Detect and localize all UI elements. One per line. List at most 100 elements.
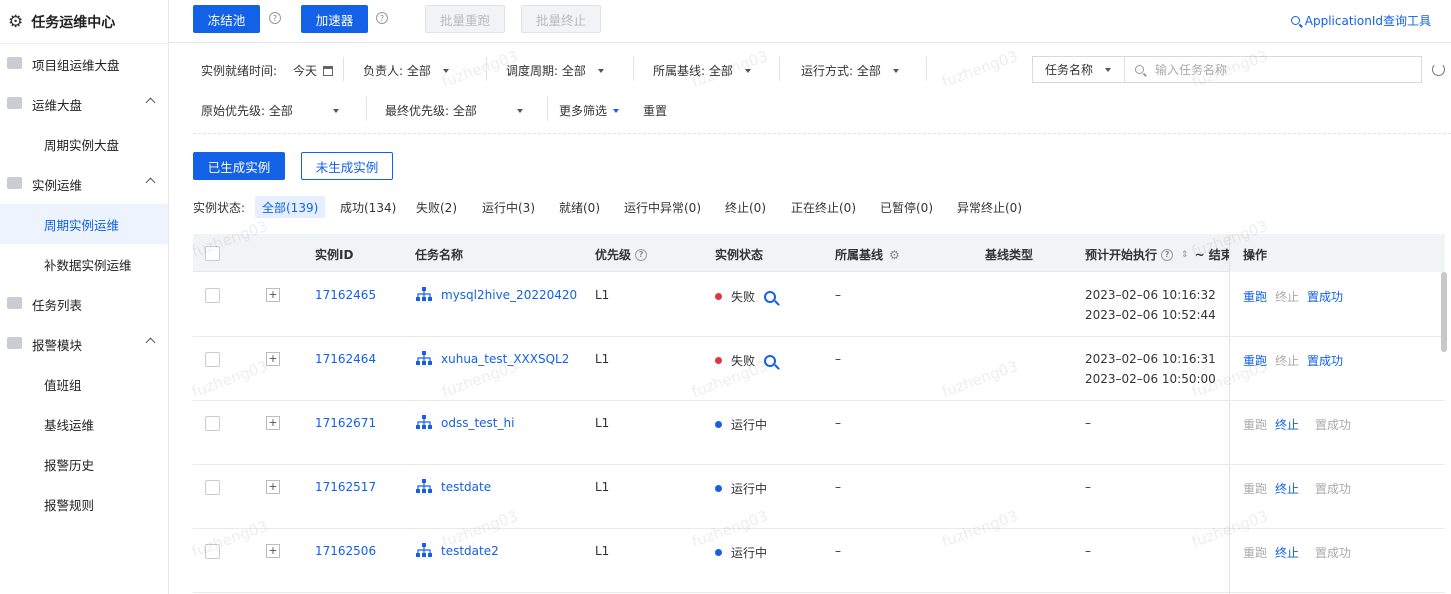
run-mode-filter[interactable]: 运行方式: 全部 bbox=[801, 62, 899, 79]
status-tab-abnormal-stop[interactable]: 异常终止(0) bbox=[950, 196, 1029, 218]
zoom-in-icon[interactable] bbox=[764, 354, 777, 367]
task-name-link[interactable]: mysql2hive_20220420 bbox=[441, 288, 577, 302]
more-filters-toggle[interactable]: 更多筛选 bbox=[559, 102, 620, 119]
sidebar-item-periodic-dashboard[interactable]: 周期实例大盘 bbox=[0, 124, 168, 164]
tab-not-generated-instances[interactable]: 未生成实例 bbox=[301, 152, 393, 180]
status-tab-stopped[interactable]: 终止(0) bbox=[718, 196, 773, 218]
sidebar-item-ops-dashboard[interactable]: 运维大盘 bbox=[0, 84, 168, 124]
ready-time-filter[interactable]: 实例就绪时间: 今天 bbox=[201, 62, 334, 79]
select-all-checkbox[interactable] bbox=[205, 246, 220, 261]
stop-button[interactable]: 终止 bbox=[1275, 416, 1299, 433]
set-success-button[interactable]: 置成功 bbox=[1315, 544, 1351, 561]
status-tab-stopping[interactable]: 正在终止(0) bbox=[784, 196, 863, 218]
sidebar-item-backfill-ops[interactable]: 补数据实例运维 bbox=[0, 244, 168, 284]
sidebar-item-project-dashboard[interactable]: 项目组运维大盘 bbox=[0, 44, 168, 84]
rerun-button[interactable]: 重跑 bbox=[1243, 544, 1267, 561]
instance-id-link[interactable]: 17162671 bbox=[315, 416, 376, 430]
start-time: – bbox=[1085, 416, 1091, 430]
sidebar-item-on-duty[interactable]: 值班组 bbox=[0, 364, 168, 404]
status-tab-success[interactable]: 成功(134) bbox=[333, 196, 403, 218]
status-text: 运行中 bbox=[731, 482, 768, 496]
row-checkbox[interactable] bbox=[205, 416, 220, 431]
help-icon[interactable]: ? bbox=[376, 12, 388, 24]
sidebar-item-label: 补数据实例运维 bbox=[44, 257, 132, 273]
period-filter[interactable]: 调度周期: 全部 bbox=[506, 62, 604, 79]
row-checkbox[interactable] bbox=[205, 480, 220, 495]
task-name-link[interactable]: odss_test_hi bbox=[441, 416, 514, 430]
status-tab-running-abnormal[interactable]: 运行中异常(0) bbox=[617, 196, 708, 218]
expand-icon[interactable]: + bbox=[266, 352, 280, 366]
sidebar-item-alert-rules[interactable]: 报警规则 bbox=[0, 484, 168, 524]
instance-id-link[interactable]: 17162464 bbox=[315, 352, 376, 366]
sidebar-item-instance-ops[interactable]: 实例运维 bbox=[0, 164, 168, 204]
sidebar-item-label: 报警规则 bbox=[44, 497, 95, 513]
tab-generated-instances[interactable]: 已生成实例 bbox=[193, 152, 285, 180]
sidebar-item-task-list[interactable]: 任务列表 bbox=[0, 284, 168, 324]
expand-icon[interactable]: + bbox=[266, 416, 280, 430]
status-tab-paused[interactable]: 已暂停(0) bbox=[873, 196, 940, 218]
table-row: + 17162671 odss_test_hi L1 运行中 – – 重跑 终止… bbox=[193, 401, 1445, 465]
status-tab-all[interactable]: 全部(139) bbox=[255, 196, 326, 218]
orig-priority-filter[interactable]: 原始优先级: 全部 bbox=[201, 102, 339, 119]
batch-stop-button[interactable]: 批量终止 bbox=[521, 5, 601, 33]
status-tab-ready[interactable]: 就绪(0) bbox=[552, 196, 607, 218]
status-cell: 失败 bbox=[715, 288, 777, 305]
status-tab-failed[interactable]: 失败(2) bbox=[409, 196, 464, 218]
search-input[interactable] bbox=[1155, 62, 1415, 77]
stop-button[interactable]: 终止 bbox=[1275, 288, 1299, 305]
status-dot bbox=[715, 293, 722, 300]
row-checkbox[interactable] bbox=[205, 288, 220, 303]
final-priority-filter[interactable]: 最终优先级: 全部 bbox=[385, 102, 523, 119]
column-header-time[interactable]: 预计开始执行? ⇕ ~ 结束 bbox=[1085, 246, 1233, 263]
accelerator-button[interactable]: 加速器 bbox=[301, 5, 368, 33]
sidebar-item-periodic-instance-ops[interactable]: 周期实例运维 bbox=[0, 204, 168, 244]
rerun-button[interactable]: 重跑 bbox=[1243, 480, 1267, 497]
settings-icon[interactable]: ⚙ bbox=[889, 248, 900, 262]
task-name-link[interactable]: xuhua_test_XXXSQL2 bbox=[441, 352, 569, 366]
row-checkbox[interactable] bbox=[205, 544, 220, 559]
set-success-button[interactable]: 置成功 bbox=[1307, 352, 1343, 369]
vertical-scrollbar[interactable] bbox=[1441, 272, 1447, 352]
status-dot bbox=[715, 421, 722, 428]
help-icon[interactable]: ? bbox=[635, 248, 648, 261]
instance-id-link[interactable]: 17162506 bbox=[315, 544, 376, 558]
sidebar-item-alert-history[interactable]: 报警历史 bbox=[0, 444, 168, 484]
sidebar-item-alert-module[interactable]: 报警模块 bbox=[0, 324, 168, 364]
status-text: 运行中 bbox=[731, 546, 768, 560]
reset-button[interactable]: 重置 bbox=[643, 102, 667, 119]
set-success-button[interactable]: 置成功 bbox=[1315, 416, 1351, 433]
instance-id-link[interactable]: 17162465 bbox=[315, 288, 376, 302]
row-checkbox[interactable] bbox=[205, 352, 220, 367]
help-icon[interactable]: ? bbox=[269, 12, 281, 24]
rerun-button[interactable]: 重跑 bbox=[1243, 416, 1267, 433]
expand-icon[interactable]: + bbox=[266, 288, 280, 302]
rerun-button[interactable]: 重跑 bbox=[1243, 288, 1267, 305]
set-success-button[interactable]: 置成功 bbox=[1307, 288, 1343, 305]
column-header-time-end: ~ 结束 bbox=[1194, 248, 1233, 262]
expand-icon[interactable]: + bbox=[266, 544, 280, 558]
freeze-pool-button[interactable]: 冻结池 bbox=[193, 5, 260, 33]
baseline-filter[interactable]: 所属基线: 全部 bbox=[653, 62, 751, 79]
sidebar-item-baseline-ops[interactable]: 基线运维 bbox=[0, 404, 168, 444]
batch-rerun-button[interactable]: 批量重跑 bbox=[425, 5, 505, 33]
refresh-icon[interactable] bbox=[1432, 63, 1445, 76]
application-id-tool-link[interactable]: ApplicationId查询工具 bbox=[1290, 12, 1431, 29]
status-tab-running[interactable]: 运行中(3) bbox=[475, 196, 542, 218]
task-name-link[interactable]: testdate bbox=[441, 480, 491, 494]
expand-icon[interactable]: + bbox=[266, 480, 280, 494]
task-name-link[interactable]: testdate2 bbox=[441, 544, 499, 558]
help-icon[interactable]: ? bbox=[1161, 248, 1174, 261]
stop-button[interactable]: 终止 bbox=[1275, 544, 1299, 561]
sort-icon[interactable]: ⇕ bbox=[1181, 250, 1189, 260]
start-time: – bbox=[1085, 544, 1091, 558]
zoom-in-icon[interactable] bbox=[764, 290, 777, 303]
instance-id-link[interactable]: 17162517 bbox=[315, 480, 376, 494]
table-row: + 17162506 testdate2 L1 运行中 – – 重跑 终止 置成… bbox=[193, 529, 1445, 593]
rerun-button[interactable]: 重跑 bbox=[1243, 352, 1267, 369]
set-success-button[interactable]: 置成功 bbox=[1315, 480, 1351, 497]
app-header: ⚙ 任务运维中心 bbox=[0, 0, 168, 44]
owner-filter[interactable]: 负责人: 全部 bbox=[363, 62, 449, 79]
stop-button[interactable]: 终止 bbox=[1275, 352, 1299, 369]
search-category-select[interactable]: 任务名称 bbox=[1033, 57, 1125, 82]
stop-button[interactable]: 终止 bbox=[1275, 480, 1299, 497]
